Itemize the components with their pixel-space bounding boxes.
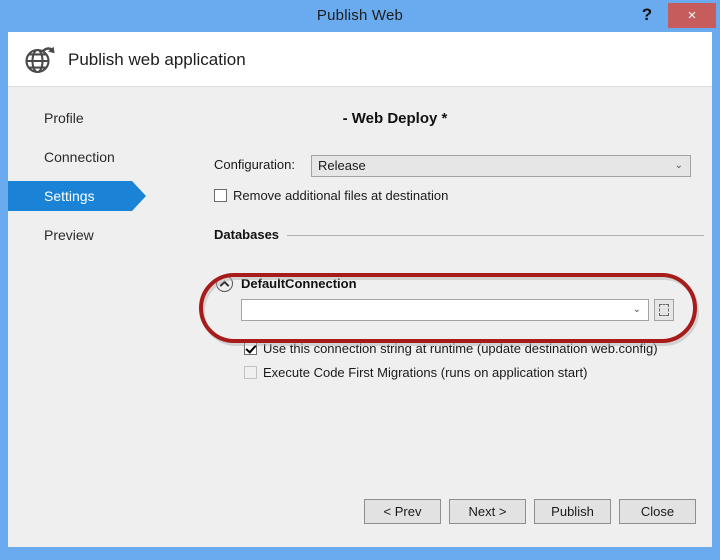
dialog-header: Publish web application [8,32,712,87]
databases-group-label: Databases [214,227,288,242]
databases-group-header: Databases [214,227,704,243]
sidebar-item-label: Preview [44,227,94,243]
dialog-body: Profile Connection Settings Preview - We… [8,87,712,547]
checkbox-label: Remove additional files at destination [233,188,449,203]
connection-name-label: DefaultConnection [241,276,357,291]
close-window-button[interactable]: × [668,3,716,28]
dialog-footer: < Prev Next > Publish Close [8,477,712,547]
group-divider [214,235,704,236]
page-title: - Web Deploy * [342,110,448,127]
wizard-sidebar: Profile Connection Settings Preview [8,103,180,303]
publish-button[interactable]: Publish [534,499,611,524]
sidebar-item-label: Connection [44,149,115,165]
chevron-up-icon[interactable] [216,275,233,292]
configuration-value: Release [318,158,366,173]
chevron-down-icon: ⌄ [632,304,641,315]
help-button[interactable]: ? [632,0,662,30]
default-connection-block: DefaultConnection ⌄ [208,267,698,327]
dialog-header-title: Publish web application [68,50,246,69]
sidebar-item-preview[interactable]: Preview [8,220,130,250]
use-connection-string-checkbox[interactable]: Use this connection string at runtime (u… [244,340,658,358]
checkbox-box [244,342,257,355]
configuration-select[interactable]: Release ⌄ [311,155,691,177]
title-bar: Publish Web ? × [0,0,720,32]
window-title: Publish Web [316,7,404,24]
sidebar-item-connection[interactable]: Connection [8,142,130,172]
dotted-square-icon [659,304,669,316]
chevron-down-icon: ⌄ [674,160,683,171]
configuration-row: Configuration: Release ⌄ [214,155,694,177]
remove-additional-files-checkbox[interactable]: Remove additional files at destination [214,187,448,205]
checkbox-box [244,366,257,379]
prev-button[interactable]: < Prev [364,499,441,524]
sidebar-item-profile[interactable]: Profile [8,103,130,133]
configuration-label: Configuration: [214,157,295,172]
sidebar-item-label: Profile [44,110,84,126]
checkbox-label: Use this connection string at runtime (u… [263,341,658,356]
publish-web-dialog: Publish Web ? × Publish web application [0,0,720,560]
code-first-migrations-checkbox[interactable]: Execute Code First Migrations (runs on a… [244,364,587,382]
sidebar-item-settings[interactable]: Settings [8,181,146,211]
checkbox-box [214,189,227,202]
sidebar-item-label: Settings [44,188,95,204]
browse-connection-button[interactable] [654,299,674,321]
checkbox-label: Execute Code First Migrations (runs on a… [263,365,588,380]
next-button[interactable]: Next > [449,499,526,524]
close-button[interactable]: Close [619,499,696,524]
globe-publish-icon [22,42,58,78]
connection-string-input[interactable]: ⌄ [241,299,649,321]
